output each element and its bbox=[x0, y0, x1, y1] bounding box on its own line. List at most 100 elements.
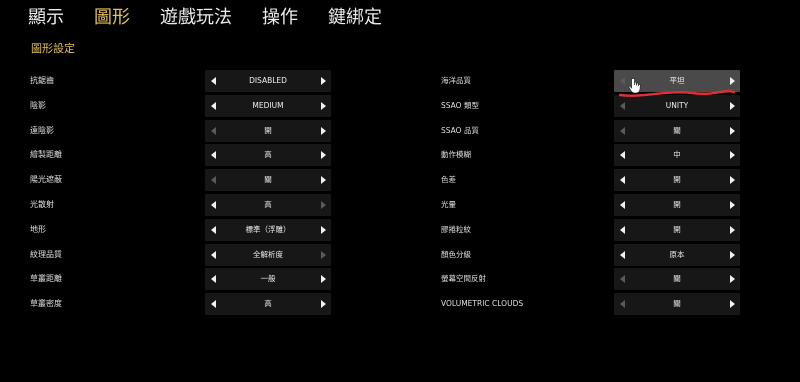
setting-selector[interactable]: 全解析度 bbox=[205, 243, 331, 266]
arrow-left-icon[interactable] bbox=[207, 244, 219, 266]
section-title: 圖形設定 bbox=[31, 42, 75, 55]
arrow-right-icon[interactable] bbox=[726, 169, 738, 191]
tab-bar: 顯示 圖形 遊戲玩法 操作 鍵綁定 bbox=[28, 2, 412, 30]
setting-label: 陽光遮蔽 bbox=[30, 175, 62, 185]
arrow-right-icon[interactable] bbox=[317, 293, 329, 315]
setting-label: VOLUMETRIC CLOUDS bbox=[441, 299, 524, 309]
setting-value: 全解析度 bbox=[253, 249, 283, 259]
setting-selector[interactable]: 開 bbox=[614, 169, 740, 192]
arrow-right-icon[interactable] bbox=[317, 194, 329, 216]
arrow-left-icon[interactable] bbox=[207, 219, 219, 241]
setting-label: 陰影 bbox=[30, 100, 46, 110]
setting-value: 關 bbox=[673, 125, 681, 135]
arrow-right-icon[interactable] bbox=[726, 70, 738, 92]
setting-label: 螢幕空間反射 bbox=[441, 274, 486, 284]
arrow-right-icon[interactable] bbox=[726, 194, 738, 216]
setting-selector[interactable]: 開 bbox=[614, 193, 740, 216]
setting-selector[interactable]: 關 bbox=[614, 293, 740, 316]
setting-value: 關 bbox=[673, 299, 681, 309]
tab-0[interactable]: 顯示 bbox=[28, 3, 64, 29]
setting-label: 光散射 bbox=[30, 199, 54, 209]
setting-label: 抗鋸齒 bbox=[30, 76, 54, 85]
arrow-right-icon[interactable] bbox=[726, 244, 738, 266]
setting-selector[interactable]: 開 bbox=[614, 218, 740, 241]
setting-label: 膠捲粒紋 bbox=[441, 224, 471, 234]
setting-selector[interactable]: 中 bbox=[614, 144, 740, 167]
setting-value: 標準（浮雕） bbox=[245, 224, 291, 234]
arrow-right-icon[interactable] bbox=[726, 293, 738, 315]
arrow-left-icon[interactable] bbox=[616, 70, 628, 92]
setting-value: 高 bbox=[264, 150, 272, 160]
arrow-left-icon[interactable] bbox=[207, 144, 219, 166]
setting-selector[interactable]: 開 bbox=[205, 119, 331, 142]
arrow-right-icon[interactable] bbox=[726, 144, 738, 166]
arrow-left-icon[interactable] bbox=[616, 219, 628, 241]
setting-selector[interactable]: 一般 bbox=[205, 268, 331, 291]
setting-label: 地形 bbox=[30, 224, 46, 234]
arrow-left-icon[interactable] bbox=[207, 293, 219, 315]
setting-selector[interactable]: 平坦 bbox=[614, 70, 740, 92]
arrow-left-icon[interactable] bbox=[207, 268, 219, 290]
setting-value: 高 bbox=[264, 199, 272, 209]
tab-1[interactable]: 圖形 bbox=[94, 3, 130, 29]
setting-value: 高 bbox=[264, 299, 272, 309]
arrow-right-icon[interactable] bbox=[726, 268, 738, 290]
setting-label: SSAO 類型 bbox=[441, 100, 479, 110]
arrow-left-icon[interactable] bbox=[616, 194, 628, 216]
arrow-right-icon[interactable] bbox=[317, 268, 329, 290]
setting-selector[interactable]: DISABLED bbox=[205, 70, 331, 92]
arrow-right-icon[interactable] bbox=[317, 120, 329, 142]
arrow-left-icon[interactable] bbox=[207, 194, 219, 216]
setting-value: 關 bbox=[264, 175, 272, 185]
arrow-right-icon[interactable] bbox=[317, 70, 329, 92]
setting-value: 關 bbox=[673, 274, 681, 284]
arrow-left-icon[interactable] bbox=[616, 244, 628, 266]
setting-value: UNITY bbox=[665, 100, 689, 110]
arrow-left-icon[interactable] bbox=[616, 169, 628, 191]
arrow-left-icon[interactable] bbox=[207, 169, 219, 191]
arrow-left-icon[interactable] bbox=[616, 95, 628, 117]
arrow-right-icon[interactable] bbox=[726, 120, 738, 142]
setting-label: 色差 bbox=[441, 175, 456, 185]
setting-selector[interactable]: 關 bbox=[205, 169, 331, 192]
setting-value: 開 bbox=[673, 175, 681, 185]
setting-value: 開 bbox=[673, 224, 681, 234]
tab-2[interactable]: 遊戲玩法 bbox=[160, 3, 232, 29]
setting-selector[interactable]: 高 bbox=[205, 293, 331, 316]
setting-selector[interactable]: 標準（浮雕） bbox=[205, 218, 331, 241]
arrow-left-icon[interactable] bbox=[616, 268, 628, 290]
setting-selector[interactable]: 高 bbox=[205, 193, 331, 216]
setting-selector[interactable]: 關 bbox=[614, 119, 740, 142]
setting-value: 平坦 bbox=[669, 76, 685, 85]
arrow-right-icon[interactable] bbox=[726, 95, 738, 117]
arrow-right-icon[interactable] bbox=[317, 219, 329, 241]
setting-value: 原本 bbox=[669, 249, 685, 259]
arrow-right-icon[interactable] bbox=[726, 219, 738, 241]
setting-label: 動作模糊 bbox=[441, 150, 471, 160]
tab-3[interactable]: 操作 bbox=[262, 3, 298, 29]
arrow-left-icon[interactable] bbox=[207, 95, 219, 117]
setting-selector[interactable]: 高 bbox=[205, 144, 331, 167]
arrow-right-icon[interactable] bbox=[317, 95, 329, 117]
arrow-left-icon[interactable] bbox=[616, 120, 628, 142]
setting-value: 中 bbox=[673, 150, 681, 160]
setting-label: 草叢密度 bbox=[30, 299, 62, 309]
setting-label: 顏色分級 bbox=[441, 249, 471, 259]
arrow-left-icon[interactable] bbox=[616, 144, 628, 166]
arrow-left-icon[interactable] bbox=[616, 293, 628, 315]
arrow-right-icon[interactable] bbox=[317, 169, 329, 191]
setting-value: MEDIUM bbox=[252, 100, 284, 110]
setting-selector[interactable]: 關 bbox=[614, 268, 740, 291]
setting-label: 草叢距離 bbox=[30, 274, 62, 284]
setting-selector[interactable]: MEDIUM bbox=[205, 94, 331, 117]
tab-4[interactable]: 鍵綁定 bbox=[328, 3, 382, 29]
setting-value: 開 bbox=[673, 199, 681, 209]
arrow-left-icon[interactable] bbox=[207, 120, 219, 142]
arrow-right-icon[interactable] bbox=[317, 244, 329, 266]
setting-selector[interactable]: 原本 bbox=[614, 243, 740, 266]
setting-selector[interactable]: UNITY bbox=[614, 94, 740, 117]
setting-value: DISABLED bbox=[249, 76, 287, 85]
setting-value: 開 bbox=[264, 125, 272, 135]
arrow-right-icon[interactable] bbox=[317, 144, 329, 166]
arrow-left-icon[interactable] bbox=[207, 70, 219, 92]
